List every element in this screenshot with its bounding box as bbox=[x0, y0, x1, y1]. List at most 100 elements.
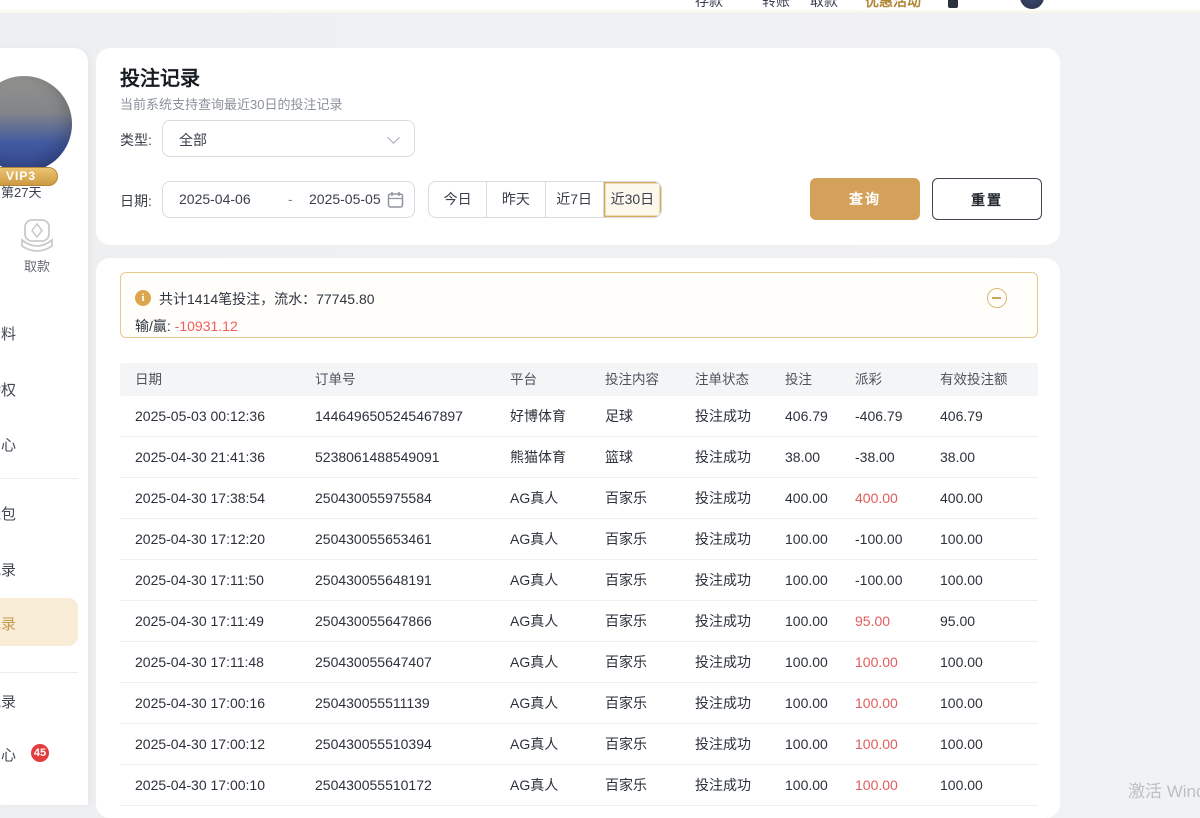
sidebar-item-3[interactable]: 安全中心 bbox=[0, 434, 76, 455]
cell-payout: 100.00 bbox=[855, 736, 898, 752]
sidebar-item-7[interactable]: 登录记录 bbox=[0, 691, 76, 712]
cell-date: 2025-05-03 00:12:36 bbox=[135, 408, 265, 424]
cell-order: 5238061488549091 bbox=[315, 449, 440, 465]
vip-day-text: 第27天 bbox=[1, 182, 41, 201]
table-row: 2025-04-30 17:00:16250430055511139AG真人百家… bbox=[120, 683, 1038, 724]
table-row: 2025-05-03 00:12:36 1446496505245467897 好博… bbox=[120, 396, 1038, 437]
date-range-input[interactable]: 2025-04-06 - 2025-05-05 bbox=[162, 181, 415, 218]
cell-status: 投注成功 bbox=[695, 406, 751, 426]
cell-content: 百家乐 bbox=[605, 734, 647, 754]
calendar-icon bbox=[387, 191, 404, 209]
user-avatar[interactable] bbox=[1020, 0, 1044, 9]
cell-payout: 95.00 bbox=[855, 613, 890, 629]
sidebar-divider bbox=[0, 478, 78, 479]
cell-valid: 100.00 bbox=[940, 736, 983, 752]
cell-content: 足球 bbox=[605, 406, 633, 426]
cell-status: 投注成功 bbox=[695, 488, 751, 508]
cell-status: 投注成功 bbox=[695, 570, 751, 590]
quick-range-1[interactable]: 今日 bbox=[429, 182, 486, 217]
cell-valid: 95.00 bbox=[940, 613, 975, 629]
cell-order: 250430055511139 bbox=[315, 695, 430, 711]
cell-content: 百家乐 bbox=[605, 611, 647, 631]
quick-range-4[interactable]: 近30日 bbox=[603, 182, 661, 217]
cell-bet: 400.00 bbox=[785, 490, 828, 506]
table-header: 日期订单号平台投注内容注单状态投注派彩有效投注额 bbox=[120, 363, 1038, 396]
cell-bet: 100.00 bbox=[785, 613, 828, 629]
query-button[interactable]: 查询 bbox=[810, 178, 920, 220]
date-start-value: 2025-04-06 bbox=[179, 191, 251, 207]
cell-bet: 100.00 bbox=[785, 777, 828, 793]
sidebar-item-5[interactable]: 交易记录 bbox=[0, 559, 76, 580]
summary-total-text: 共计1414笔投注，流水：77745.80 bbox=[159, 289, 375, 309]
withdraw-icon[interactable] bbox=[16, 218, 58, 254]
sidebar-item-2[interactable]: 会员特权 bbox=[0, 379, 76, 400]
type-label: 类型: bbox=[120, 130, 152, 150]
cell-valid: 100.00 bbox=[940, 572, 983, 588]
info-icon: i bbox=[135, 290, 151, 306]
cell-valid: 406.79 bbox=[940, 408, 983, 424]
cell-order: 250430055510172 bbox=[315, 777, 432, 793]
cell-status: 投注成功 bbox=[695, 447, 751, 467]
cell-bet: 100.00 bbox=[785, 736, 828, 752]
reset-button[interactable]: 重置 bbox=[932, 178, 1042, 220]
topbar-divider bbox=[0, 10, 1200, 13]
cell-bet: 406.79 bbox=[785, 408, 828, 424]
profile-avatar bbox=[0, 76, 72, 172]
cell-platform: 好博体育 bbox=[510, 406, 566, 426]
cell-bet: 38.00 bbox=[785, 449, 820, 465]
cell-bet: 100.00 bbox=[785, 531, 828, 547]
cell-payout: -38.00 bbox=[855, 449, 895, 465]
cell-platform: AG真人 bbox=[510, 570, 558, 590]
windows-activation-watermark: 激活 Windows bbox=[1128, 777, 1200, 802]
table-row: 2025-04-30 17:11:48250430055647407AG真人百家… bbox=[120, 642, 1038, 683]
topnav-item[interactable]: 存款 bbox=[695, 0, 723, 10]
sidebar-divider bbox=[0, 672, 78, 673]
search-icon[interactable] bbox=[948, 0, 958, 8]
cell-payout: 100.00 bbox=[855, 654, 898, 670]
cell-date: 2025-04-30 17:00:10 bbox=[135, 777, 265, 793]
table-row: 2025-04-30 17:11:50250430055648191AG真人百家… bbox=[120, 560, 1038, 601]
topnav-item[interactable]: 取款 bbox=[810, 0, 838, 10]
cell-valid: 100.00 bbox=[940, 531, 983, 547]
withdraw-label[interactable]: 取款 bbox=[0, 256, 74, 275]
cell-platform: AG真人 bbox=[510, 734, 558, 754]
cell-order: 250430055647866 bbox=[315, 613, 432, 629]
cell-valid: 100.00 bbox=[940, 654, 983, 670]
cell-date: 2025-04-30 17:11:48 bbox=[135, 654, 264, 670]
cell-status: 投注成功 bbox=[695, 529, 751, 549]
cell-order: 250430055510394 bbox=[315, 736, 432, 752]
table-row: 2025-04-30 17:38:54250430055975584AG真人百家… bbox=[120, 478, 1038, 519]
cell-date: 2025-04-30 17:11:50 bbox=[135, 572, 264, 588]
sidebar-item-1[interactable]: 个人资料 bbox=[0, 323, 76, 344]
date-separator: - bbox=[288, 191, 293, 207]
records-table-body: 2025-05-03 00:12:36 1446496505245467897 好博… bbox=[120, 396, 1038, 806]
topnav-item[interactable]: 优惠活动 bbox=[865, 0, 921, 10]
page-subtitle: 当前系统支持查询最近30日的投注记录 bbox=[120, 94, 342, 113]
page-title: 投注记录 bbox=[120, 62, 200, 91]
cell-date: 2025-04-30 17:00:12 bbox=[135, 736, 265, 752]
chevron-down-icon bbox=[387, 131, 400, 144]
sidebar-item-6[interactable]: 投注记录 bbox=[0, 613, 76, 634]
cell-order: 1446496505245467897 bbox=[315, 408, 463, 424]
cell-payout: -100.00 bbox=[855, 531, 902, 547]
column-header-content: 投注内容 bbox=[605, 363, 659, 396]
column-header-status: 注单状态 bbox=[695, 363, 749, 396]
topnav-item[interactable]: 转账 bbox=[762, 0, 790, 10]
collapse-icon[interactable] bbox=[987, 288, 1007, 308]
cell-order: 250430055653461 bbox=[315, 531, 432, 547]
quick-range-3[interactable]: 近7日 bbox=[545, 182, 603, 217]
sidebar-item-4[interactable]: 我的钱包 bbox=[0, 503, 76, 524]
cell-bet: 100.00 bbox=[785, 572, 828, 588]
type-select[interactable]: 全部 bbox=[162, 120, 415, 157]
table-row: 2025-04-30 17:12:20250430055653461AG真人百家… bbox=[120, 519, 1038, 560]
quick-range-2[interactable]: 昨天 bbox=[486, 182, 544, 217]
cell-payout: 400.00 bbox=[855, 490, 898, 506]
cell-payout: -406.79 bbox=[855, 408, 902, 424]
top-navbar: 存款 转账 取款 优惠活动 bbox=[0, 0, 1200, 10]
column-header-bet: 投注 bbox=[785, 363, 812, 396]
winloss-label: 输/赢: bbox=[135, 318, 171, 334]
cell-order: 250430055648191 bbox=[315, 572, 432, 588]
table-row: 2025-04-30 17:00:10250430055510172AG真人百家… bbox=[120, 765, 1038, 806]
cell-bet: 100.00 bbox=[785, 695, 828, 711]
cell-date: 2025-04-30 17:11:49 bbox=[135, 613, 264, 629]
